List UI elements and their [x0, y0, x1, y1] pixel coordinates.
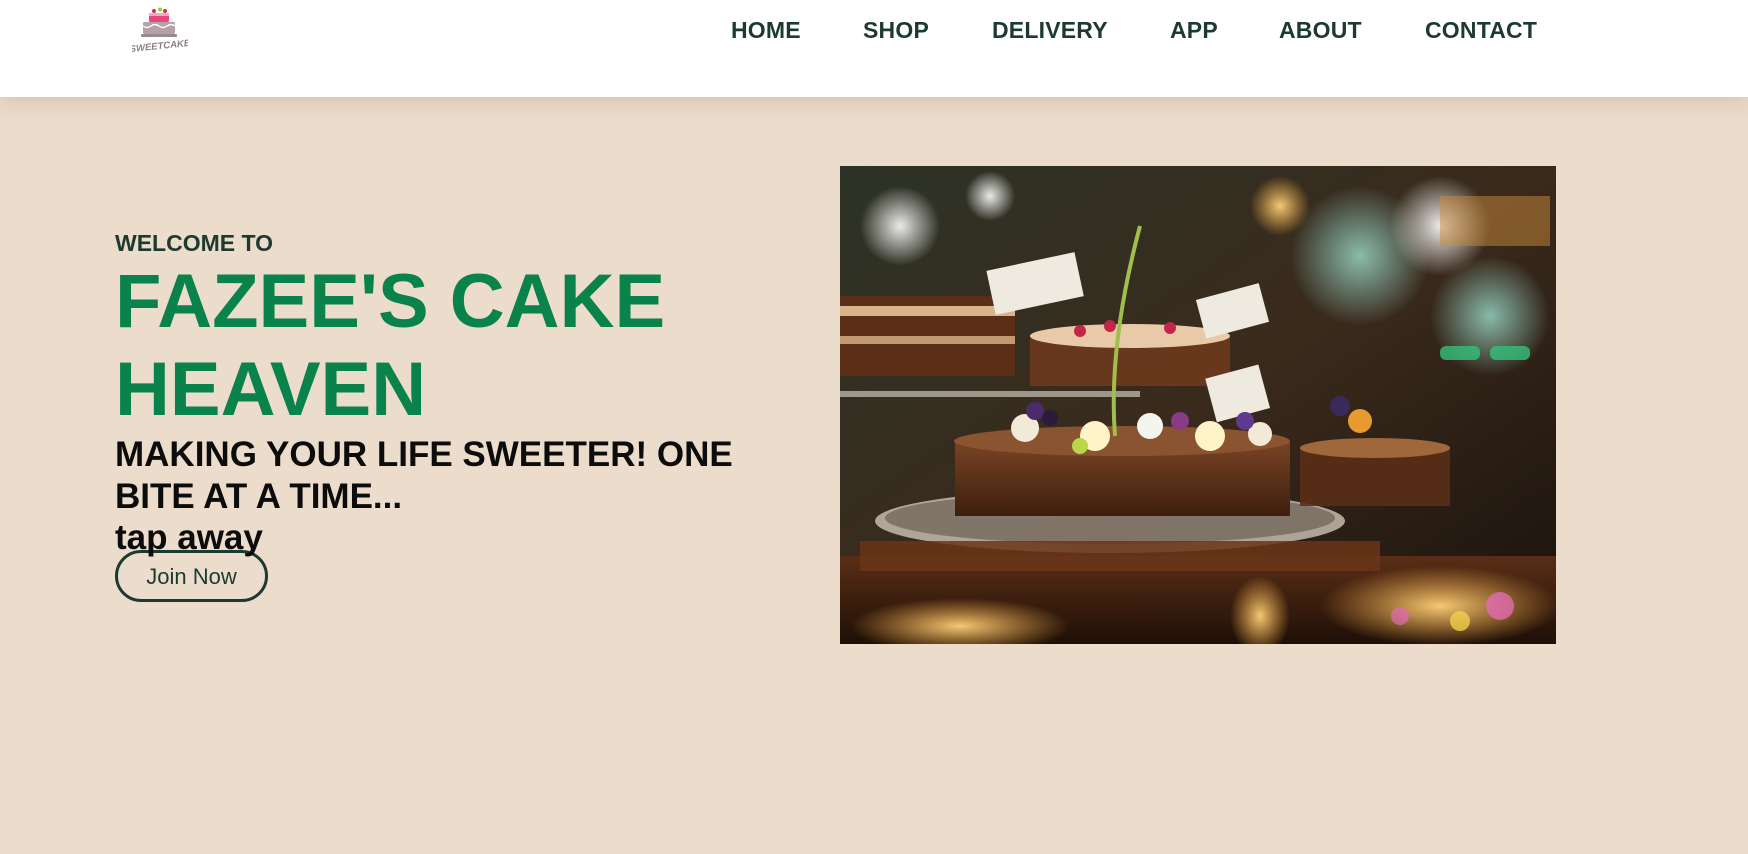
nav-delivery[interactable]: DELIVERY — [992, 17, 1108, 44]
hero-tagline: MAKING YOUR LIFE SWEETER! ONE BITE AT A … — [115, 434, 795, 518]
nav-contact[interactable]: CONTACT — [1425, 17, 1537, 44]
hero-title: FAZEE'S CAKE HEAVEN — [115, 258, 795, 434]
tap-away-text: tap away — [115, 518, 263, 557]
logo-text: SWEETCAKE — [132, 38, 188, 55]
hero-title-line2: HEAVEN — [115, 347, 427, 432]
sweetcake-logo[interactable]: SWEETCAKE — [132, 5, 188, 55]
hero-text: WELCOME TO FAZEE'S CAKE HEAVEN MAKING YO… — [115, 230, 795, 602]
nav-about[interactable]: ABOUT — [1279, 17, 1362, 44]
nav-home[interactable]: HOME — [731, 17, 801, 44]
site-header: SWEETCAKE HOME SHOP DELIVERY APP ABOUT C… — [0, 0, 1748, 97]
hero-tagline-line1: MAKING YOUR LIFE SWEETER! ONE — [115, 435, 733, 474]
welcome-label: WELCOME TO — [115, 230, 274, 256]
hero-tagline-line2: BITE AT A TIME... — [115, 477, 403, 516]
nav-app[interactable]: APP — [1170, 17, 1218, 44]
cake-display-photo — [840, 166, 1556, 644]
nav-shop[interactable]: SHOP — [863, 17, 929, 44]
hero-title-line1: FAZEE'S CAKE — [115, 259, 666, 344]
